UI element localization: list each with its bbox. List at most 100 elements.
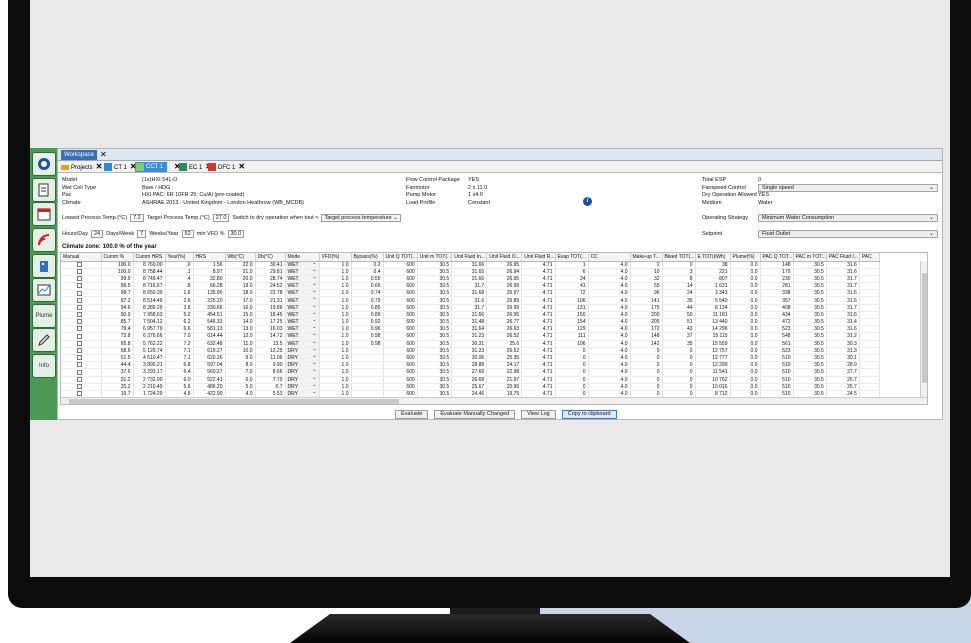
table-cell[interactable]: 31.64	[451, 325, 488, 334]
table-cell[interactable]: 8 760.00	[133, 261, 166, 269]
table-cell[interactable]: 44.4	[101, 361, 134, 370]
table-cell[interactable]: 620.26	[193, 354, 226, 363]
table-cell[interactable]: 560.27	[193, 368, 226, 377]
table-cell[interactable]: 26.52	[486, 332, 523, 341]
table-cell[interactable]: 31.6	[451, 296, 488, 305]
table-cell[interactable]: 148	[760, 261, 794, 269]
column-header[interactable]: E TOT(kWh)	[695, 253, 731, 262]
table-cell[interactable]: 30.5	[417, 354, 453, 363]
table-cell[interactable]: 510	[760, 376, 794, 384]
table-cell[interactable]: 0.0	[730, 289, 761, 298]
table-cell[interactable]: 619.27	[193, 347, 226, 355]
table-cell[interactable]: 4.0	[588, 311, 631, 320]
table-cell[interactable]: 13.5	[255, 340, 286, 348]
table-cell[interactable]: 0.0	[730, 261, 761, 269]
table-cell[interactable]: 30.5	[417, 318, 453, 327]
manual-checkbox[interactable]	[77, 333, 83, 339]
switch-select[interactable]: Target process temperature ⌄	[321, 214, 401, 222]
column-header[interactable]: Wb(°C)	[225, 253, 256, 262]
table-cell[interactable]: 11 541	[695, 368, 731, 377]
table-cell[interactable]: 31.23	[451, 347, 488, 355]
table-cell[interactable]: 4.0	[588, 268, 631, 276]
evaluate-button[interactable]: Evaluate	[395, 410, 429, 419]
view-log-button[interactable]: View Log	[521, 410, 556, 419]
table-cell[interactable]: 30.5	[793, 340, 827, 348]
table-cell[interactable]: 100.0	[101, 261, 134, 269]
table-cell[interactable]: 31.66	[451, 311, 488, 320]
table-cell[interactable]: 25.7	[826, 383, 860, 391]
mode-select[interactable]: WET	[285, 304, 320, 312]
table-cell[interactable]: 30.41	[255, 261, 286, 269]
table-cell[interactable]: 4.0	[588, 340, 631, 348]
table-cell[interactable]: 30.5	[417, 368, 453, 377]
table-cell[interactable]: 523	[760, 347, 794, 355]
table-cell[interactable]: 1.0	[319, 304, 352, 312]
chart-icon[interactable]	[32, 278, 56, 302]
manual-checkbox[interactable]	[77, 319, 83, 325]
table-cell[interactable]: 106	[555, 340, 589, 348]
table-cell[interactable]: 3 890.21	[133, 361, 166, 370]
table-cell[interactable]: 50	[662, 311, 696, 320]
table-cell[interactable]: 600	[383, 347, 418, 355]
table-cell[interactable]: 11.06	[255, 354, 286, 363]
table-cell[interactable]: 31.66	[451, 261, 488, 269]
table-cell[interactable]: 8 716.67	[133, 282, 166, 291]
table-cell[interactable]: 4.71	[521, 383, 556, 391]
table-cell[interactable]: 4.0	[588, 318, 631, 327]
table-cell[interactable]: 510	[760, 361, 794, 370]
table-cell[interactable]: 31.2	[101, 376, 134, 384]
mode-select[interactable]: WET	[285, 289, 320, 298]
table-cell[interactable]: 10.0	[225, 347, 256, 355]
table-cell[interactable]: 1.0	[319, 275, 352, 284]
table-cell[interactable]: 30.5	[793, 383, 827, 391]
table-cell[interactable]: 1.0	[319, 361, 352, 370]
table-cell[interactable]: 15 115	[695, 332, 731, 341]
table-cell[interactable]: 35	[662, 340, 696, 348]
table-cell[interactable]: 4.0	[588, 383, 631, 391]
table-cell[interactable]: 0.0	[730, 311, 761, 320]
table-cell[interactable]: 6.7	[255, 383, 286, 391]
table-cell[interactable]: 30.5	[417, 261, 453, 269]
tab-dfc1[interactable]: DFC 1 ✕	[207, 162, 245, 172]
pencil-icon[interactable]	[32, 328, 56, 352]
table-cell[interactable]: 29.81	[255, 268, 286, 276]
table-cell[interactable]: 0.55	[351, 275, 384, 284]
table-cell[interactable]: 26.97	[486, 289, 523, 298]
table-cell[interactable]: 141	[630, 296, 663, 305]
table-cell[interactable]: 486.20	[193, 383, 226, 391]
table-cell[interactable]: 0	[555, 361, 589, 370]
mode-select[interactable]: WET	[285, 332, 320, 341]
table-cell[interactable]: 4.71	[521, 332, 556, 341]
table-cell[interactable]: 0.0	[730, 268, 761, 276]
table-cell[interactable]: 3	[662, 268, 696, 276]
manual-checkbox[interactable]	[77, 304, 83, 310]
table-cell[interactable]: 1.0	[319, 340, 352, 348]
column-header[interactable]: Unit m TOT(...	[417, 253, 453, 262]
table-cell[interactable]: 31.7	[451, 282, 488, 291]
table-cell[interactable]: 546.33	[193, 318, 226, 327]
table-cell[interactable]: 0.96	[351, 325, 384, 334]
manual-checkbox[interactable]	[77, 268, 83, 274]
table-cell[interactable]: 4.71	[521, 311, 556, 320]
table-cell[interactable]: 30.5	[793, 304, 827, 312]
table-cell[interactable]: 8 749.47	[133, 275, 166, 284]
table-cell[interactable]: 0	[630, 361, 663, 370]
weeks-input[interactable]: 52	[181, 230, 194, 238]
table-cell[interactable]: 408	[760, 304, 794, 312]
table-cell[interactable]: 4.0	[588, 325, 631, 334]
mode-select[interactable]: DRY	[285, 376, 320, 384]
table-cell[interactable]: 44	[662, 304, 696, 312]
vertical-scrollbar[interactable]	[920, 261, 927, 398]
table-cell[interactable]: 4.0	[588, 376, 631, 384]
table-cell[interactable]: 4.0	[588, 275, 631, 284]
table-cell[interactable]: 31.6	[826, 289, 860, 298]
table-cell[interactable]: 111	[555, 332, 589, 341]
table-cell[interactable]: 472	[760, 318, 794, 327]
table-cell[interactable]: 0	[662, 261, 696, 269]
table-cell[interactable]: 98.7	[101, 289, 134, 298]
mode-select[interactable]: DRY	[285, 361, 320, 370]
table-cell[interactable]: 5 540	[695, 296, 731, 305]
table-cell[interactable]: 85.7	[101, 318, 134, 327]
column-header[interactable]: HRS	[193, 253, 226, 262]
table-cell[interactable]: 7.2	[165, 340, 194, 348]
